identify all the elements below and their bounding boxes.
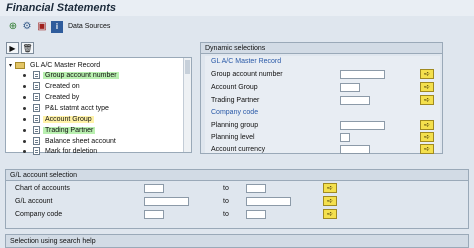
field-tree[interactable]: ▾ GL A/C Master Record Group account num… [5, 57, 192, 156]
document-icon [33, 104, 40, 112]
scrollbar-thumb[interactable] [185, 60, 190, 74]
account-currency-input[interactable] [340, 145, 370, 154]
tree-item-label: Account Group [43, 115, 94, 123]
document-icon [33, 71, 40, 79]
field-label: Account Group [211, 84, 258, 91]
tree-item[interactable]: P&L statmt acct type [23, 103, 111, 113]
field-label: Account currency [211, 146, 266, 153]
document-icon [33, 82, 40, 90]
tree-root-label: GL A/C Master Record [30, 61, 101, 69]
company-code-from-input[interactable] [144, 210, 164, 219]
info-icon[interactable]: i [51, 21, 63, 33]
document-icon [33, 93, 40, 101]
title-bar: Financial Statements [0, 0, 474, 16]
planning-group-input[interactable] [340, 121, 385, 130]
tree-item-label: P&L statmt acct type [45, 104, 109, 112]
multiple-selection-button[interactable]: ➪ [420, 69, 434, 79]
document-icon [33, 147, 40, 155]
search-help-header: Selection using search help [10, 238, 96, 245]
gl-account-to-input[interactable] [246, 197, 291, 206]
tree-item[interactable]: Mark for deletion [23, 146, 99, 156]
tree-item[interactable]: Created by [23, 92, 81, 102]
document-icon [33, 115, 40, 123]
gl-account-selection-header: G/L account selection [6, 170, 468, 181]
folder-icon [15, 61, 26, 69]
tree-item[interactable]: Group account number [23, 70, 119, 80]
tree-item[interactable]: Balance sheet account [23, 136, 118, 146]
tree-item[interactable]: Trading Partner [23, 125, 96, 135]
dynamic-selections-panel: Dynamic selections GL A/C Master Record … [200, 42, 443, 154]
application-toolbar: ⊕ ⚙ ▣ i Data Sources [0, 17, 474, 37]
to-label: to [223, 211, 229, 218]
search-help-panel: Selection using search help [5, 234, 469, 248]
section-title-master-record: GL A/C Master Record [211, 58, 282, 65]
section-title-company-code: Company code [211, 109, 259, 116]
tree-item-label: Trading Partner [43, 126, 96, 134]
chart-of-accounts-to-input[interactable] [246, 184, 266, 193]
dynamic-selections-header: Dynamic selections [201, 43, 442, 54]
tree-item-label: Created on [45, 82, 80, 90]
field-label: Planning level [211, 134, 255, 141]
gl-account-selection-panel: G/L account selection Chart of accounts … [5, 169, 469, 229]
trading-partner-input[interactable] [340, 96, 370, 105]
multiple-selection-button[interactable]: ➪ [420, 132, 434, 142]
chart-of-accounts-from-input[interactable] [144, 184, 164, 193]
collapse-icon[interactable]: ▾ [9, 62, 12, 69]
arrow-right-icon: ➪ [424, 84, 430, 91]
field-label: Planning group [211, 122, 259, 129]
delete-icon[interactable]: ▣ [36, 21, 48, 33]
company-code-to-input[interactable] [246, 210, 266, 219]
to-label: to [223, 185, 229, 192]
document-icon [33, 137, 40, 145]
trash-icon: 🗑 [22, 43, 33, 53]
to-label: to [223, 198, 229, 205]
multiple-selection-button[interactable]: ➪ [323, 196, 337, 206]
multiple-selection-button[interactable]: ➪ [323, 209, 337, 219]
tree-item-label: Balance sheet account [45, 137, 116, 145]
tree-item[interactable]: Account Group [23, 114, 94, 124]
multiple-selection-button[interactable]: ➪ [420, 95, 434, 105]
multiple-selection-button[interactable]: ➪ [420, 120, 434, 130]
tree-item-label: Mark for deletion [45, 147, 98, 155]
tree-item-label: Created by [45, 93, 80, 101]
play-icon: ▶ [9, 43, 16, 53]
execute-icon[interactable]: ⊕ [7, 21, 19, 33]
field-label: Company code [15, 211, 63, 218]
group-account-number-input[interactable] [340, 70, 385, 79]
field-label: Trading Partner [211, 97, 260, 104]
arrow-right-icon: ➪ [424, 97, 430, 104]
arrow-right-icon: ➪ [424, 71, 430, 78]
dynamic-selections-body: GL A/C Master Record Group account numbe… [205, 56, 440, 154]
multiple-selection-button[interactable]: ➪ [420, 82, 434, 92]
arrow-right-icon: ➪ [327, 198, 333, 205]
arrow-right-icon: ➪ [327, 185, 333, 192]
multiple-selection-button[interactable]: ➪ [420, 144, 434, 154]
gl-account-from-input[interactable] [144, 197, 189, 206]
field-label: Chart of accounts [15, 185, 70, 192]
field-label: G/L account [15, 198, 53, 205]
tree-item[interactable]: Created on [23, 81, 82, 91]
data-sources-button[interactable]: Data Sources [68, 23, 110, 30]
field-label: Group account number [211, 71, 283, 78]
expand-button[interactable]: ▶ [6, 42, 19, 54]
trash-button[interactable]: 🗑 [21, 42, 34, 54]
document-icon [33, 126, 40, 134]
account-group-input[interactable] [340, 83, 360, 92]
arrow-right-icon: ➪ [327, 211, 333, 218]
arrow-right-icon: ➪ [424, 134, 430, 141]
arrow-right-icon: ➪ [424, 122, 430, 129]
multiple-selection-button[interactable]: ➪ [323, 183, 337, 193]
settings-icon[interactable]: ⚙ [21, 21, 33, 33]
planning-level-input[interactable] [340, 133, 350, 142]
arrow-right-icon: ➪ [424, 146, 430, 153]
tree-item-label: Group account number [43, 71, 119, 79]
tree-root[interactable]: ▾ GL A/C Master Record [9, 60, 102, 70]
tree-scrollbar[interactable] [183, 58, 191, 152]
page-title: Financial Statements [6, 2, 117, 14]
